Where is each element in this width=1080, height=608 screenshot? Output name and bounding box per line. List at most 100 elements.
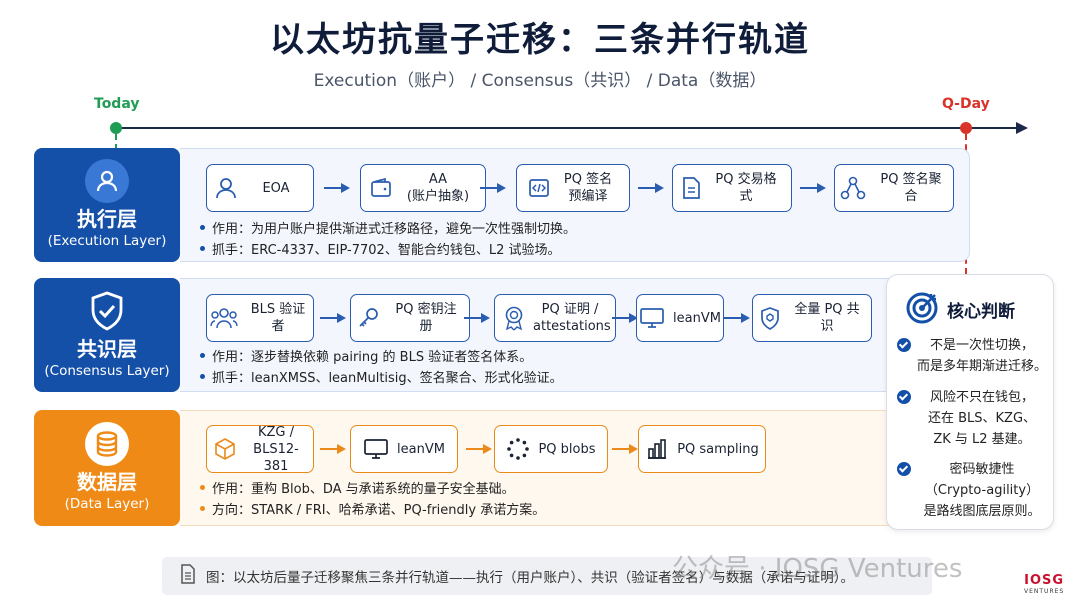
timeline-start-label: Today <box>94 96 140 112</box>
step-bls-validator: BLS 验证者 <box>206 294 314 342</box>
step-pq-tx-format: PQ 交易格式 <box>672 164 792 212</box>
consensus-lane-name: 共识层 <box>77 337 137 361</box>
step-pq-sampling: PQ sampling <box>638 425 766 473</box>
dotted-circle-icon <box>507 438 530 460</box>
consensus-lane-header: 共识层 (Consensus Layer) <box>34 278 180 392</box>
document-icon <box>683 177 700 199</box>
consensus-lane-name-en: (Consensus Layer) <box>44 363 170 379</box>
check-icon <box>897 390 911 404</box>
monitor-icon <box>364 439 388 459</box>
consensus-lane-body: BLS 验证者 PQ 密钥注册 PQ 证明 / attestations lea… <box>180 278 970 392</box>
timeline-arrow <box>1016 122 1028 134</box>
step-pq-attestations: PQ 证明 / attestations <box>494 294 616 342</box>
step-full-pq-consensus: 全量 PQ 共识 <box>752 294 872 342</box>
flow-arrow <box>466 444 492 454</box>
data-lane: 数据层 (Data Layer) KZG / BLS12-381 leanVM … <box>34 410 970 526</box>
note-item: 方向：STARK / FRI、哈希承诺、PQ-friendly 承诺方案。 <box>200 500 545 521</box>
flow-arrow <box>480 183 506 193</box>
step-eoa: EOA <box>206 164 314 212</box>
panel-point: 密码敏捷性 （Crypto-agility） 是路线图底层原则。 <box>897 459 1053 522</box>
step-kzg: KZG / BLS12-381 <box>206 424 314 474</box>
execution-lane-header: 执行层 (Execution Layer) <box>34 148 180 262</box>
code-icon <box>529 179 549 197</box>
flow-arrow <box>638 183 664 193</box>
data-lane-name-en: (Data Layer) <box>64 496 150 512</box>
note-item: 作用：逐步替换依赖 pairing 的 BLS 验证者签名体系。 <box>200 347 563 368</box>
execution-lane-name: 执行层 <box>77 207 137 231</box>
data-lane-body: KZG / BLS12-381 leanVM PQ blobs PQ sampl… <box>180 410 970 526</box>
step-pq-precompile: PQ 签名 预编译 <box>516 164 630 212</box>
user-icon <box>85 159 129 203</box>
step-label: PQ blobs <box>538 441 596 457</box>
step-label: leanVM <box>397 441 445 457</box>
step-label: leanVM <box>673 310 721 326</box>
check-icon <box>897 462 911 476</box>
step-pq-key-registration: PQ 密钥注册 <box>350 294 470 342</box>
execution-notes: 作用：为用户账户提供渐进式迁移路径，避免一次性强制切换。 抓手：ERC-4337… <box>200 219 576 261</box>
check-icon <box>897 338 911 352</box>
step-label: PQ 密钥注册 <box>395 302 457 334</box>
step-leanvm: leanVM <box>636 294 724 342</box>
step-leanvm: leanVM <box>350 425 458 473</box>
timeline-today-dot <box>110 122 122 134</box>
badge-icon <box>505 306 523 331</box>
watermark: 公众号 · IOSG Ventures <box>672 554 963 584</box>
step-label: KZG / BLS12-381 <box>253 424 299 474</box>
consensus-notes: 作用：逐步替换依赖 pairing 的 BLS 验证者签名体系。 抓手：lean… <box>200 347 563 389</box>
step-pq-blobs: PQ blobs <box>494 425 608 473</box>
note-item: 抓手：leanXMSS、leanMultisig、签名聚合、形式化验证。 <box>200 368 563 389</box>
execution-lane: 执行层 (Execution Layer) EOA AA (账户抽象) PQ 签… <box>34 148 970 262</box>
step-aa: AA (账户抽象) <box>360 164 486 212</box>
data-lane-name: 数据层 <box>77 470 137 494</box>
timeline-qday-dot <box>960 122 972 134</box>
step-label: PQ 证明 / attestations <box>533 302 611 334</box>
panel-title: 核心判断 <box>947 302 1015 322</box>
execution-lane-body: EOA AA (账户抽象) PQ 签名 预编译 PQ 交易格式 PQ 签名聚合 … <box>180 148 970 262</box>
flow-arrow <box>324 183 350 193</box>
timeline-line <box>116 127 1016 129</box>
panel-point: 风险不只在钱包， 还在 BLS、KZG、 ZK 与 L2 基建。 <box>897 387 1053 450</box>
key-icon <box>359 308 378 327</box>
monitor-icon <box>640 308 664 328</box>
wallet-icon <box>371 177 391 197</box>
flow-arrow <box>464 313 490 323</box>
note-item: 作用：重构 Blob、DA 与承诺系统的量子安全基础。 <box>200 479 545 500</box>
step-label: PQ 签名 预编译 <box>563 172 613 204</box>
step-label: PQ 交易格式 <box>715 172 777 204</box>
page-title: 以太坊抗量子迁移：三条并行轨道 <box>270 20 810 60</box>
data-notes: 作用：重构 Blob、DA 与承诺系统的量子安全基础。 方向：STARK / F… <box>200 479 545 521</box>
step-label: AA (账户抽象) <box>406 172 470 204</box>
note-item: 抓手：ERC-4337、EIP-7702、智能合约钱包、L2 试验场。 <box>200 240 576 261</box>
database-icon <box>85 422 129 466</box>
step-pq-sig-aggregation: PQ 签名聚合 <box>834 164 954 212</box>
flow-arrow <box>724 313 750 323</box>
shield-icon <box>761 307 779 330</box>
key-judgment-panel: 核心判断 不是一次性切换， 而是多年期渐进迁移。 风险不只在钱包， 还在 BLS… <box>886 274 1054 530</box>
step-label: PQ sampling <box>677 441 759 457</box>
flow-arrow <box>320 313 346 323</box>
flow-arrow <box>320 444 346 454</box>
flow-arrow <box>612 444 638 454</box>
target-icon <box>905 291 939 329</box>
user-outline-icon <box>216 178 236 199</box>
cube-icon <box>215 438 235 460</box>
data-lane-header: 数据层 (Data Layer) <box>34 410 180 526</box>
step-label: BLS 验证者 <box>250 302 306 334</box>
panel-point: 不是一次性切换， 而是多年期渐进迁移。 <box>897 335 1053 377</box>
step-label: EOA <box>262 180 290 196</box>
iosg-logo: IOSG VENTURES <box>1024 573 1065 596</box>
users-icon <box>210 308 238 329</box>
step-label: 全量 PQ 共识 <box>794 302 860 334</box>
consensus-lane: 共识层 (Consensus Layer) BLS 验证者 PQ 密钥注册 PQ… <box>34 278 970 392</box>
step-label: PQ 签名聚合 <box>880 172 942 204</box>
execution-lane-name-en: (Execution Layer) <box>47 233 167 249</box>
shield-check-icon <box>85 289 129 333</box>
page-subtitle: Execution（账户） / Consensus（共识） / Data（数据） <box>313 71 767 91</box>
network-icon <box>840 176 866 200</box>
flow-arrow <box>612 313 638 323</box>
timeline-end-label: Q-Day <box>942 96 990 112</box>
flow-arrow <box>800 183 826 193</box>
document-icon <box>180 564 196 588</box>
note-item: 作用：为用户账户提供渐进式迁移路径，避免一次性强制切换。 <box>200 219 576 240</box>
bar-chart-icon <box>648 439 667 459</box>
